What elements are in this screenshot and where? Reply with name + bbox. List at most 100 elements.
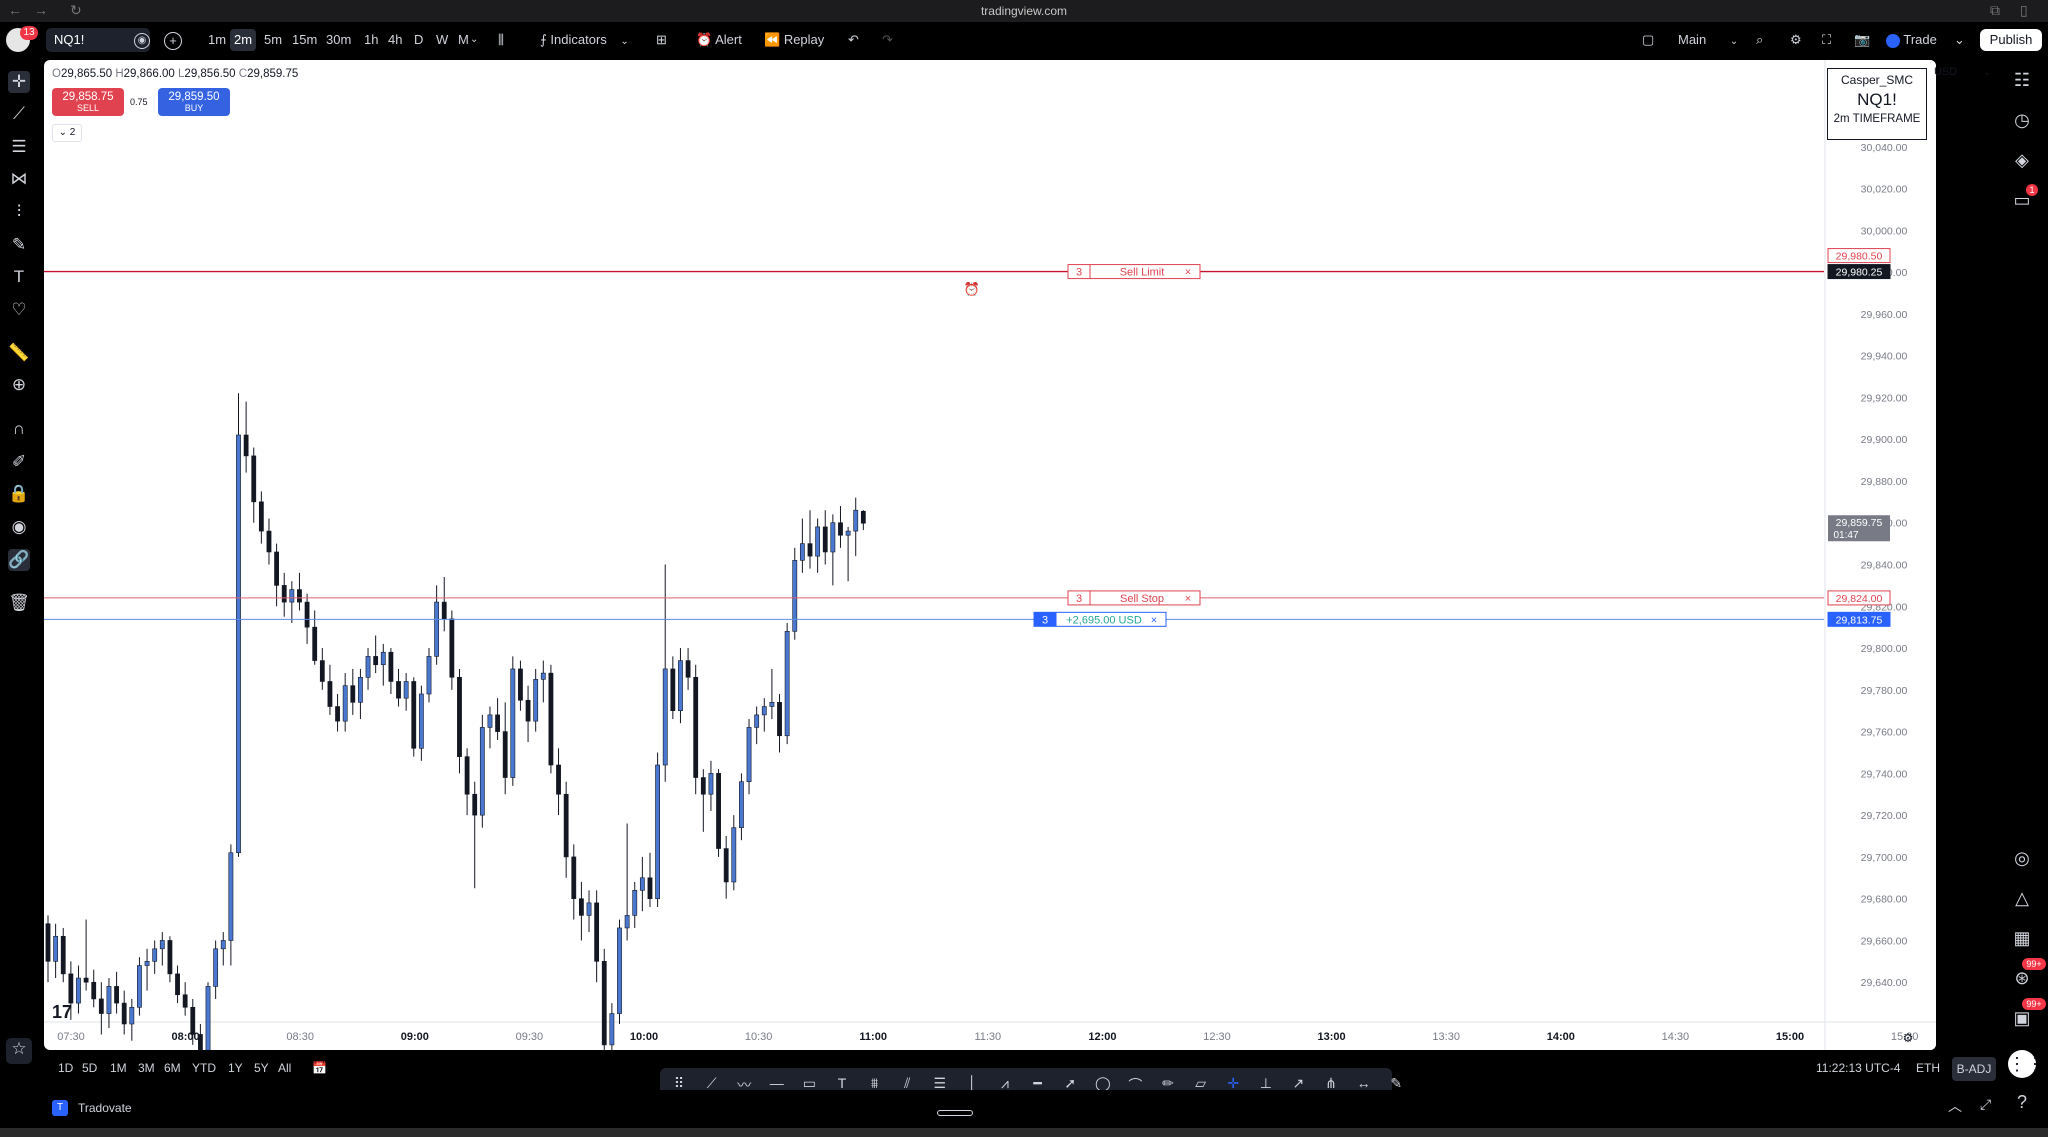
back-adjust-toggle[interactable]: B-ADJ <box>1952 1057 1996 1081</box>
close-icon[interactable]: × <box>1185 267 1191 279</box>
range-1m[interactable]: 1M <box>110 1061 127 1075</box>
range-all[interactable]: All <box>278 1061 291 1075</box>
candle-body <box>449 618 455 678</box>
range-5d[interactable]: 5D <box>82 1061 97 1075</box>
chevron-down-icon[interactable]: ⌄ <box>470 29 478 51</box>
timeframe-1h[interactable]: 1h <box>360 29 382 51</box>
candle-body <box>159 940 165 950</box>
alarm-clock-icon[interactable]: ⏰ <box>964 281 980 297</box>
indicator-collapse-toggle[interactable]: ⌄ 2 <box>52 124 82 142</box>
layout-button[interactable]: Main ⌄ <box>1678 29 1738 51</box>
url-text[interactable]: tradingview.com <box>0 4 2048 18</box>
clock-time[interactable]: 11:22:13 UTC-4 <box>1816 1061 1901 1075</box>
ideas-icon[interactable]: △ <box>2010 886 2034 910</box>
range-1d[interactable]: 1D <box>58 1061 73 1075</box>
indicators-button[interactable]: ⨍ Indicators ⌄ <box>540 29 629 51</box>
apps-grid-icon[interactable]: ⋮⋮ <box>2008 1050 2044 1078</box>
calendar-icon[interactable]: ▦ <box>2010 926 2034 950</box>
candle-body <box>335 706 340 722</box>
chevron-up-icon[interactable]: ︿ <box>1948 1096 1962 1116</box>
ruler-icon[interactable]: 📏 <box>8 342 30 364</box>
close-icon[interactable]: × <box>1151 614 1157 626</box>
templates-icon[interactable]: ⊞ <box>656 29 667 51</box>
candle-body <box>655 764 660 899</box>
heart-icon[interactable]: ♡ <box>8 299 30 321</box>
axis-settings-icon[interactable]: ⚙ <box>1903 1031 1914 1045</box>
clock-alerts-icon[interactable]: ◷ <box>2010 108 2034 132</box>
lock-icon[interactable]: 🔒 <box>8 483 30 505</box>
timeframe-2m[interactable]: 2m <box>230 29 257 51</box>
range-6m[interactable]: 6M <box>164 1061 181 1075</box>
share-icon[interactable]: ⧉ <box>1990 2 2000 19</box>
candle-body <box>441 601 447 620</box>
publish-button[interactable]: Publish <box>1980 29 2042 51</box>
buy-button[interactable]: 29,859.50 BUY <box>158 88 230 116</box>
chart-type-icon[interactable]: ⫼ <box>498 29 504 51</box>
link-icon[interactable]: 🔗 <box>8 549 30 571</box>
undo-icon[interactable]: ↶ <box>848 29 859 51</box>
range-1y[interactable]: 1Y <box>228 1061 243 1075</box>
range-ytd[interactable]: YTD <box>192 1061 216 1075</box>
trade-button[interactable]: Trade <box>1886 29 1937 51</box>
layers-icon[interactable]: ◈ <box>2010 148 2034 172</box>
quick-search-icon[interactable]: ⌕ <box>1756 29 1763 51</box>
prediction-icon[interactable]: ⫶ <box>8 201 30 223</box>
timeframe-d[interactable]: D <box>410 29 427 51</box>
fullscreen-icon[interactable]: ⛶ <box>1822 29 1831 51</box>
chart-pane[interactable]: 29,640.00 29,660.00 29,680.00 29,700.00 29,7… <box>44 60 1936 1050</box>
currency-selector[interactable]: USD ⌄ <box>1934 66 1992 86</box>
price-chart[interactable]: 29,640.00 29,660.00 29,680.00 29,700.00 29,7… <box>44 60 1936 1050</box>
help-icon[interactable]: ? <box>2010 1090 2034 1114</box>
broker-name[interactable]: Tradovate <box>78 1101 132 1115</box>
candle-body <box>693 676 699 778</box>
watermark-timeframe: 2m TIMEFRAME <box>1833 113 1921 125</box>
brush-icon[interactable]: ✎ <box>8 234 30 256</box>
date-range-calendar-icon[interactable]: 📅 <box>312 1061 327 1075</box>
sidebar-toggle-icon[interactable]: ▯ <box>2020 2 2028 19</box>
compare-symbol-icon[interactable]: + <box>164 32 182 50</box>
settings-gear-icon[interactable]: ⚙ <box>1790 29 1802 51</box>
candle-body <box>60 935 66 975</box>
panel-handle[interactable] <box>937 1110 973 1116</box>
sell-button[interactable]: 29,858.75 SELL <box>52 88 124 116</box>
candle-body <box>472 793 478 816</box>
zoom-in-icon[interactable]: ⊕ <box>8 374 30 396</box>
range-3m[interactable]: 3M <box>138 1061 155 1075</box>
broker-status-bar: T Tradovate ︿ ⤢ <box>44 1090 1996 1128</box>
chevron-down-icon[interactable]: ⌄ <box>1954 29 1965 51</box>
maximize-panel-icon[interactable]: ⤢ <box>1980 1096 1991 1113</box>
redo-icon[interactable]: ↷ <box>882 29 893 51</box>
timeframe-15m[interactable]: 15m <box>288 29 321 51</box>
candle-body <box>281 585 287 603</box>
range-5y[interactable]: 5Y <box>254 1061 269 1075</box>
alert-button[interactable]: ⏰ Alert <box>696 29 742 51</box>
symbol-info-icon[interactable]: ◉ <box>134 33 150 49</box>
timeframe-1m[interactable]: 1m <box>204 29 230 51</box>
candle-body <box>799 543 805 561</box>
replay-button[interactable]: ⏪ Replay <box>764 29 824 51</box>
stay-drawing-icon[interactable]: ✐ <box>8 451 30 473</box>
pattern-icon[interactable]: ⋈ <box>8 168 30 190</box>
favorites-star-icon[interactable]: ☆ <box>6 1038 32 1064</box>
timeframe-w[interactable]: W <box>432 29 452 51</box>
sell-stop-axis-label: 29,824.00 <box>1836 593 1883 605</box>
timeframe-4h[interactable]: 4h <box>384 29 406 51</box>
timeframe-5m[interactable]: 5m <box>260 29 286 51</box>
text-icon[interactable]: T <box>8 266 30 288</box>
crosshair-icon[interactable]: ✛ <box>8 71 30 93</box>
fib-retracement-icon[interactable]: ☰ <box>8 136 30 158</box>
candle-body <box>243 434 249 457</box>
screenshot-camera-icon[interactable]: 📷 <box>1854 29 1870 51</box>
watchlist-icon[interactable]: ☷ <box>2010 68 2034 92</box>
trend-line-icon[interactable]: ⟋ <box>8 103 30 125</box>
trash-icon[interactable]: 🗑 <box>8 592 30 614</box>
timeframe-30m[interactable]: 30m <box>322 29 355 51</box>
last-price-label: 29,859.75 <box>1836 517 1883 529</box>
notification-badge: 13 <box>20 26 38 40</box>
layout-toggle-icon[interactable]: ▢ <box>1642 29 1654 51</box>
close-icon[interactable]: × <box>1185 593 1191 605</box>
session-toggle[interactable]: ETH <box>1916 1061 1940 1075</box>
target-icon[interactable]: ◎ <box>2010 846 2034 870</box>
eye-icon[interactable]: ◉ <box>8 516 30 538</box>
magnet-icon[interactable]: ∩ <box>8 418 30 440</box>
